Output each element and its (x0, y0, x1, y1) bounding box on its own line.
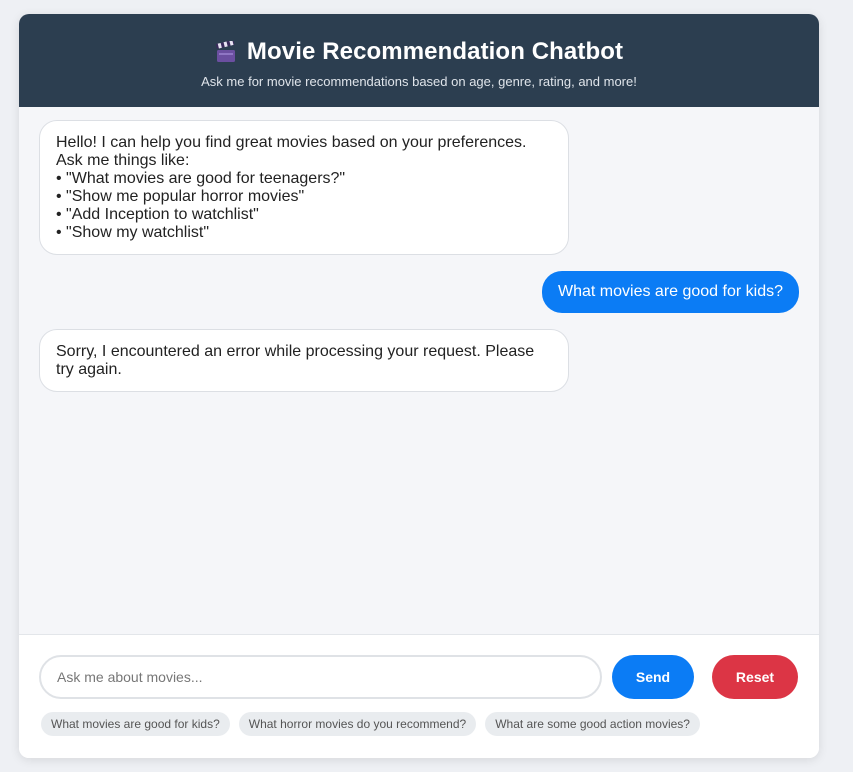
input-row: Send Reset (39, 655, 799, 699)
bot-message-line: • "Show me popular horror movies" (56, 188, 305, 205)
bot-message-line: Ask me things like: (56, 152, 190, 169)
bot-message-line: Hello! I can help you find great movies … (56, 134, 527, 151)
bot-message-line: • "Add Inception to watchlist" (56, 206, 259, 223)
bot-message-intro: Hello! I can help you find great movies … (39, 120, 569, 255)
chat-messages[interactable]: Hello! I can help you find great movies … (19, 107, 819, 634)
send-button[interactable]: Send (612, 655, 694, 699)
suggestion-chip-action[interactable]: What are some good action movies? (485, 712, 700, 736)
title-row: Movie Recommendation Chatbot (19, 38, 819, 66)
suggestion-chip-horror[interactable]: What horror movies do you recommend? (238, 712, 477, 736)
clapperboard-icon (215, 39, 237, 63)
suggestion-chip-kids[interactable]: What movies are good for kids? (41, 712, 230, 736)
suggestion-chips: What movies are good for kids? What horr… (39, 712, 799, 736)
bot-message-line: • "What movies are good for teenagers?" (56, 170, 346, 187)
message-input[interactable] (39, 655, 602, 699)
chatbot-window: Movie Recommendation Chatbot Ask me for … (19, 14, 819, 758)
bot-message-error: Sorry, I encountered an error while proc… (39, 329, 569, 392)
user-message: What movies are good for kids? (542, 271, 799, 313)
reset-button[interactable]: Reset (712, 655, 798, 699)
page-title: Movie Recommendation Chatbot (246, 38, 624, 65)
chat-input-area: Send Reset What movies are good for kids… (19, 634, 819, 758)
chat-header: Movie Recommendation Chatbot Ask me for … (19, 14, 819, 107)
bot-message-line: • "Show my watchlist" (56, 224, 209, 241)
user-message-row: What movies are good for kids? (39, 271, 799, 313)
page-subtitle: Ask me for movie recommendations based o… (201, 74, 637, 89)
